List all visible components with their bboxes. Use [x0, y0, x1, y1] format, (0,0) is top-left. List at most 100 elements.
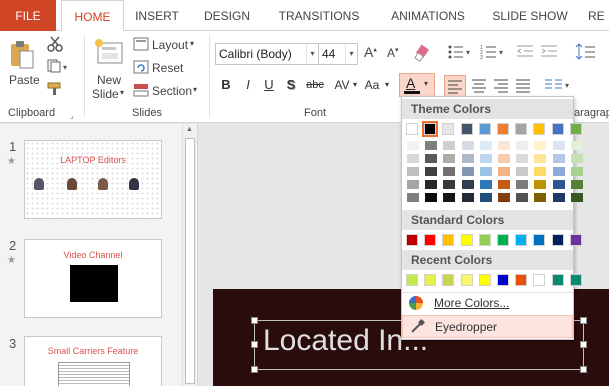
standard-color-swatch[interactable]	[551, 234, 564, 246]
theme-shade-swatch[interactable]	[479, 167, 492, 176]
theme-shade-swatch[interactable]	[443, 141, 456, 150]
theme-shade-swatch[interactable]	[570, 141, 583, 150]
theme-shade-swatch[interactable]	[461, 180, 474, 189]
theme-shade-swatch[interactable]	[570, 193, 583, 202]
theme-color-swatch[interactable]	[569, 123, 582, 135]
standard-color-swatch[interactable]	[478, 234, 491, 246]
resize-handle[interactable]	[251, 317, 258, 324]
character-spacing-dropdown-icon[interactable]: ▾	[350, 74, 360, 96]
resize-handle[interactable]	[580, 366, 587, 373]
theme-color-swatch[interactable]	[422, 121, 439, 137]
theme-shade-swatch[interactable]	[498, 167, 510, 176]
font-color-button[interactable]: A ▾	[399, 73, 435, 97]
paste-button[interactable]: Paste	[9, 73, 40, 87]
scroll-up-icon[interactable]: ▲	[186, 126, 193, 133]
theme-shade-swatch[interactable]	[534, 154, 547, 163]
recent-color-swatch[interactable]	[569, 274, 582, 286]
theme-shade-swatch[interactable]	[443, 154, 456, 163]
reset-button[interactable]: Reset	[152, 61, 183, 75]
increase-indent-icon[interactable]	[541, 44, 559, 63]
theme-shade-swatch[interactable]	[552, 193, 565, 202]
theme-shade-swatch[interactable]	[552, 180, 565, 189]
resize-handle[interactable]	[251, 366, 258, 373]
theme-shade-swatch[interactable]	[407, 193, 419, 202]
theme-shade-swatch[interactable]	[443, 167, 456, 176]
resize-handle[interactable]	[580, 341, 587, 348]
theme-shade-swatch[interactable]	[461, 167, 474, 176]
theme-shade-swatch[interactable]	[552, 167, 565, 176]
cut-icon[interactable]	[47, 36, 63, 55]
theme-shade-swatch[interactable]	[534, 141, 547, 150]
tab-animations[interactable]: ANIMATIONS	[380, 0, 476, 31]
align-left-button[interactable]	[444, 75, 466, 97]
more-colors-item[interactable]: More Colors...	[402, 291, 573, 315]
theme-shade-swatch[interactable]	[461, 193, 474, 202]
tab-file[interactable]: FILE	[0, 0, 56, 31]
theme-color-swatch[interactable]	[478, 123, 491, 135]
theme-shade-swatch[interactable]	[570, 154, 583, 163]
theme-shade-swatch[interactable]	[498, 141, 510, 150]
theme-shade-swatch[interactable]	[498, 193, 510, 202]
tab-transitions[interactable]: TRANSITIONS	[272, 0, 366, 31]
font-color-dropdown-icon[interactable]: ▾	[424, 79, 428, 88]
recent-color-swatch[interactable]	[442, 274, 455, 286]
theme-color-swatch[interactable]	[497, 123, 509, 135]
theme-color-swatch[interactable]	[442, 123, 455, 135]
standard-color-swatch[interactable]	[533, 234, 546, 246]
resize-handle[interactable]	[251, 341, 258, 348]
resize-handle[interactable]	[580, 317, 587, 324]
scrollbar-thumb[interactable]	[185, 138, 195, 384]
theme-color-swatch[interactable]	[533, 123, 546, 135]
recent-color-swatch[interactable]	[478, 274, 491, 286]
new-slide-icon[interactable]	[94, 37, 124, 72]
font-name-box[interactable]: Calibri (Body) ▾	[215, 43, 319, 65]
theme-shade-swatch[interactable]	[461, 154, 474, 163]
theme-shade-swatch[interactable]	[407, 180, 419, 189]
new-slide-label-1[interactable]: New	[97, 73, 121, 87]
italic-button[interactable]: I	[238, 74, 258, 96]
grow-font-icon[interactable]: A▴	[364, 44, 377, 60]
tab-slide-show[interactable]: SLIDE SHOW	[490, 0, 570, 31]
theme-shade-swatch[interactable]	[552, 154, 565, 163]
strikethrough-button[interactable]: abc	[303, 74, 327, 96]
format-painter-icon[interactable]	[47, 82, 63, 99]
new-slide-label-2[interactable]: Slide	[92, 87, 119, 101]
paste-icon[interactable]	[9, 40, 35, 70]
standard-color-swatch[interactable]	[569, 234, 582, 246]
theme-shade-swatch[interactable]	[479, 193, 492, 202]
theme-shade-swatch[interactable]	[443, 180, 456, 189]
theme-shade-swatch[interactable]	[443, 193, 456, 202]
recent-color-swatch[interactable]	[533, 274, 546, 286]
standard-color-swatch[interactable]	[442, 234, 455, 246]
theme-shade-swatch[interactable]	[534, 180, 547, 189]
theme-shade-swatch[interactable]	[479, 141, 492, 150]
text-shadow-button[interactable]: S	[281, 74, 301, 96]
theme-shade-swatch[interactable]	[479, 180, 492, 189]
slide-thumbnail[interactable]: Video Channel	[24, 239, 162, 318]
theme-shade-swatch[interactable]	[534, 167, 547, 176]
section-dropdown-icon[interactable]: ▾	[193, 85, 197, 94]
recent-color-swatch[interactable]	[515, 274, 528, 286]
theme-shade-swatch[interactable]	[516, 180, 529, 189]
standard-color-swatch[interactable]	[497, 234, 509, 246]
theme-shade-swatch[interactable]	[516, 141, 529, 150]
theme-shade-swatch[interactable]	[516, 193, 529, 202]
line-spacing-icon[interactable]	[575, 42, 599, 65]
theme-shade-swatch[interactable]	[534, 193, 547, 202]
shrink-font-icon[interactable]: A▾	[387, 46, 399, 60]
eyedropper-item[interactable]: Eyedropper	[402, 315, 573, 338]
section-button[interactable]: Section	[152, 84, 192, 98]
theme-shade-swatch[interactable]	[570, 167, 583, 176]
theme-color-swatch[interactable]	[515, 123, 528, 135]
slide-thumbnail[interactable]: Small Carriers Feature	[24, 336, 162, 386]
theme-color-swatch[interactable]	[406, 123, 418, 135]
theme-shade-swatch[interactable]	[425, 167, 438, 176]
theme-shade-swatch[interactable]	[516, 167, 529, 176]
theme-shade-swatch[interactable]	[407, 154, 419, 163]
tab-review[interactable]: RE	[588, 0, 609, 31]
theme-shade-swatch[interactable]	[425, 193, 438, 202]
slide-pane-scrollbar[interactable]: ▲	[182, 124, 196, 386]
tab-design[interactable]: DESIGN	[196, 0, 258, 31]
bold-button[interactable]: B	[216, 74, 236, 96]
underline-button[interactable]: U	[259, 74, 279, 96]
